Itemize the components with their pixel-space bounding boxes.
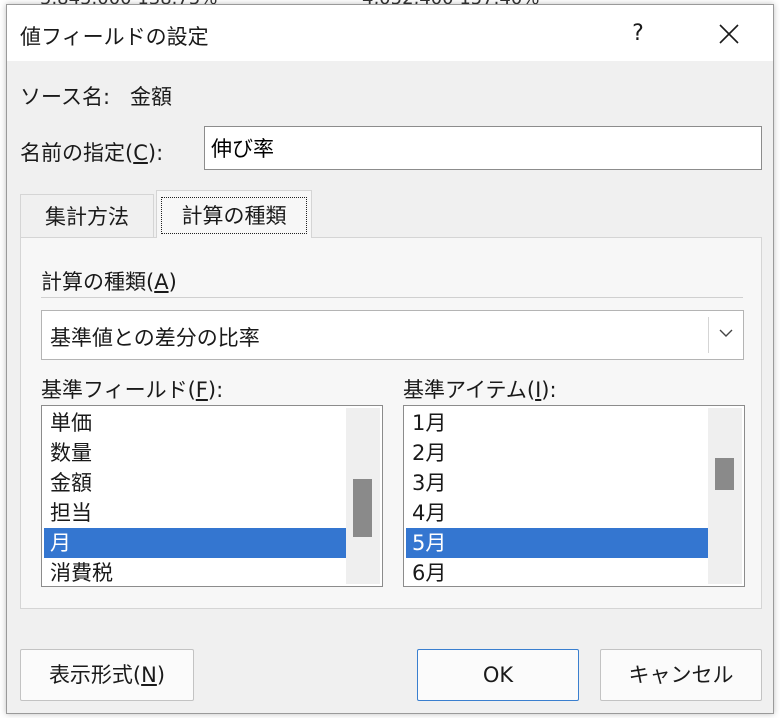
list-item-selected[interactable]: 5月 <box>406 528 708 558</box>
source-name-value: 金額 <box>130 85 172 109</box>
list-item[interactable]: 数量 <box>44 438 346 468</box>
title-bar: 値フィールドの設定 ? <box>7 5 773 61</box>
list-item[interactable]: 金額 <box>44 468 346 498</box>
list-item[interactable]: 2月 <box>406 438 708 468</box>
scrollbar-thumb[interactable] <box>715 458 734 490</box>
calc-type-dropdown[interactable]: 基準値との差分の比率 <box>41 310 744 360</box>
list-item[interactable]: 単価 <box>44 408 346 438</box>
tab-label: 計算の種類 <box>161 197 307 234</box>
custom-name-label: 名前の指定(C): <box>20 141 164 165</box>
base-field-scrollbar[interactable] <box>346 408 380 584</box>
dialog-title: 値フィールドの設定 <box>20 25 209 49</box>
list-item[interactable]: 消費税 <box>44 558 346 586</box>
source-name-label: ソース名: <box>20 85 111 109</box>
close-button[interactable] <box>703 15 755 53</box>
tab-show-values-as[interactable]: 計算の種類 <box>156 190 312 238</box>
number-format-button[interactable]: 表示形式(N) <box>20 649 194 701</box>
base-item-items: 1月 2月 3月 4月 5月 6月 <box>404 408 708 586</box>
value-field-settings-dialog: 値フィールドの設定 ? ソース名: 金額 名前の指定(C): 集計方法 計算の種… <box>6 4 774 714</box>
base-field-list[interactable]: 単価 数量 金額 担当 月 消費税 <box>41 405 383 587</box>
ok-button[interactable]: OK <box>417 649 579 701</box>
base-field-items: 単価 数量 金額 担当 月 消費税 <box>42 408 346 586</box>
list-item-selected[interactable]: 月 <box>44 528 346 558</box>
list-item[interactable]: 6月 <box>406 558 708 586</box>
calc-type-label: 計算の種類(A) <box>41 270 177 294</box>
list-item[interactable]: 1月 <box>406 408 708 438</box>
base-item-label: 基準アイテム(I): <box>403 378 557 402</box>
cancel-button[interactable]: キャンセル <box>600 649 762 701</box>
chevron-down-icon <box>719 329 733 337</box>
base-field-label: 基準フィールド(F): <box>41 378 224 402</box>
list-item[interactable]: 3月 <box>406 468 708 498</box>
dropdown-button[interactable] <box>708 317 743 353</box>
help-button[interactable]: ? <box>613 15 663 53</box>
custom-name-input[interactable] <box>204 126 762 170</box>
scrollbar-thumb[interactable] <box>353 479 372 537</box>
base-item-list[interactable]: 1月 2月 3月 4月 5月 6月 <box>403 405 745 587</box>
tab-summarize-by[interactable]: 集計方法 <box>20 194 154 238</box>
calc-type-selected: 基準値との差分の比率 <box>50 326 260 350</box>
base-item-scrollbar[interactable] <box>708 408 742 584</box>
separator <box>41 297 743 298</box>
list-item[interactable]: 担当 <box>44 498 346 528</box>
close-icon <box>719 24 739 44</box>
tab-panel: 計算の種類(A) 基準値との差分の比率 基準フィールド(F): 基準アイテム(I… <box>20 237 762 609</box>
list-item[interactable]: 4月 <box>406 498 708 528</box>
